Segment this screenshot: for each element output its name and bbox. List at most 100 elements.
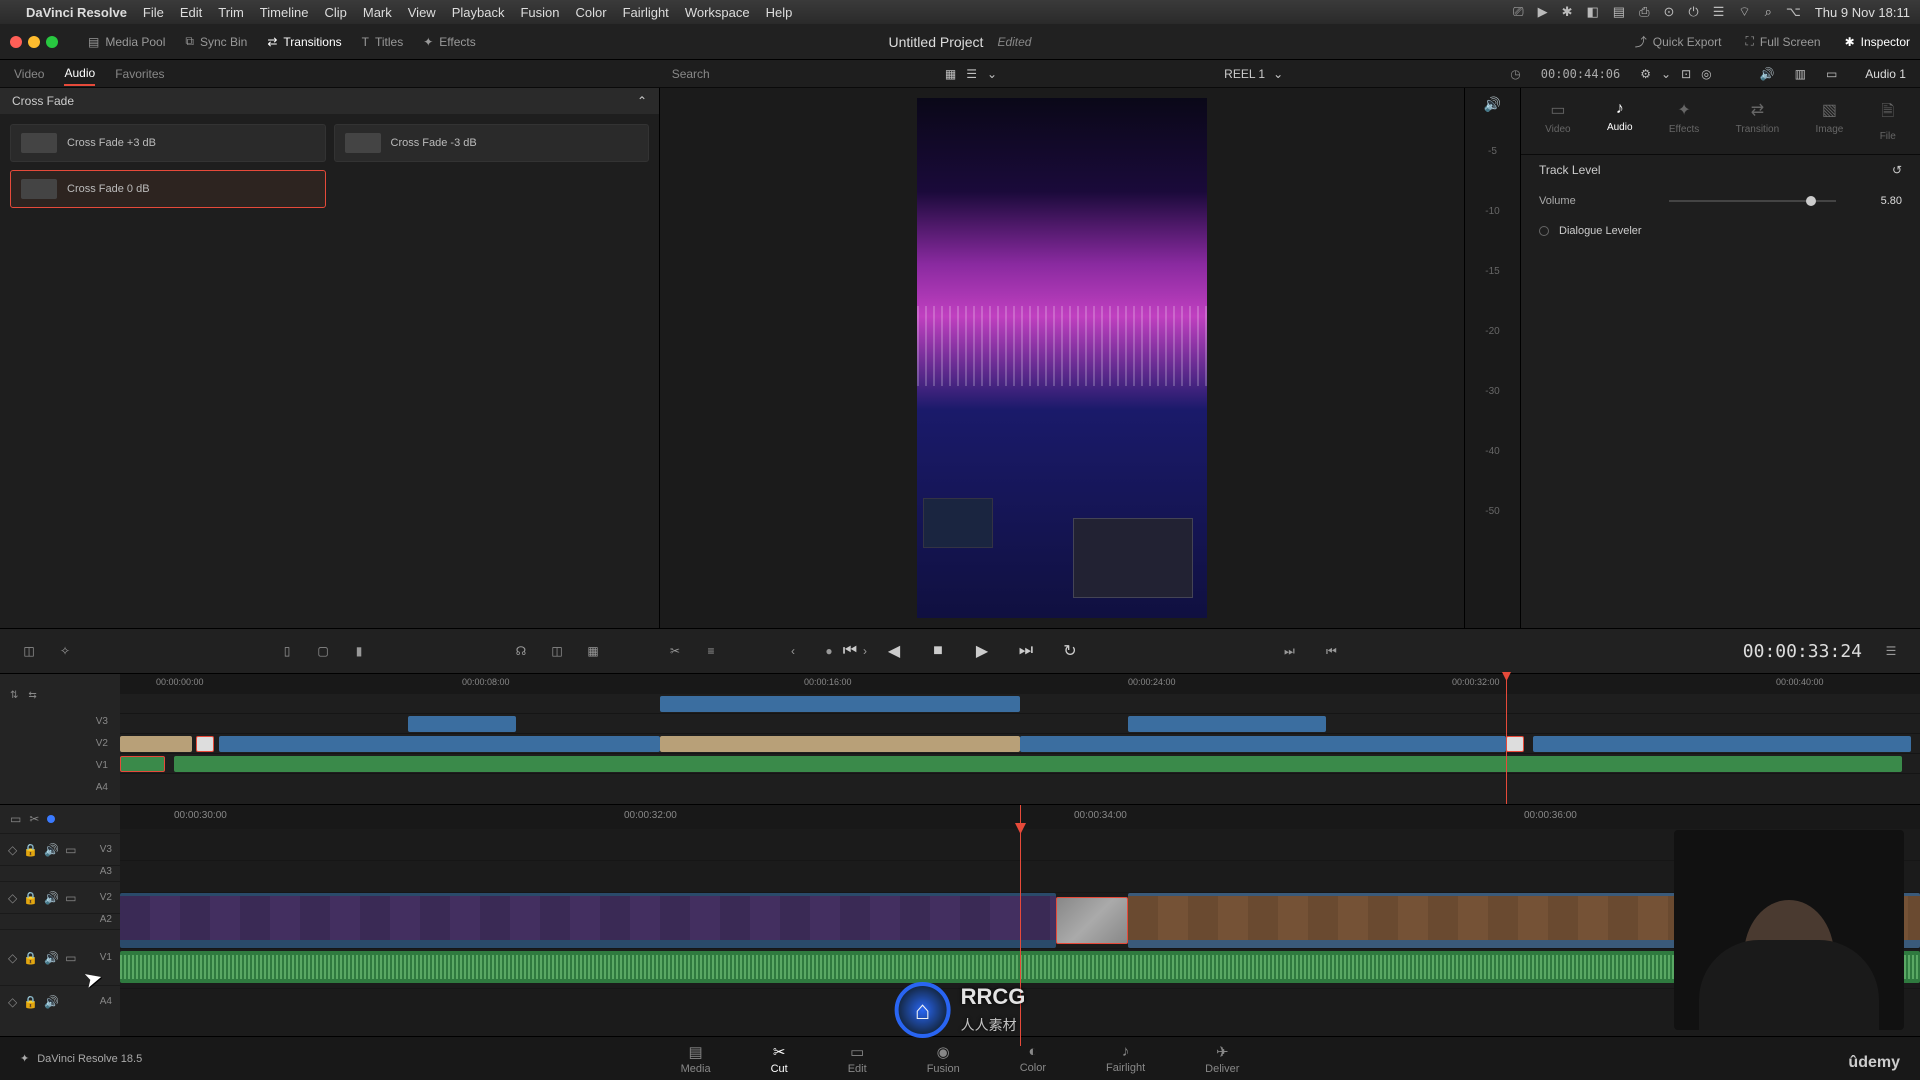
close-window-button[interactable] [10, 36, 22, 48]
search-icon[interactable]: ⌕ [1765, 4, 1772, 20]
crossfade-+3db[interactable]: Cross Fade +3 dB [10, 124, 326, 162]
fullscreen-window-button[interactable] [46, 36, 58, 48]
tool-icon[interactable]: ◎ [1701, 67, 1711, 81]
volume-value[interactable]: 5.80 [1846, 195, 1902, 207]
transitions-tab[interactable]: ⇄Transitions [267, 35, 341, 49]
inspector-button[interactable]: ✱Inspector [1845, 35, 1910, 49]
sync-bin-tab[interactable]: ⧉Sync Bin [185, 34, 247, 49]
clip[interactable] [120, 736, 192, 752]
chevron-down-icon[interactable]: ⌄ [1661, 67, 1671, 81]
status-icon[interactable]: ⎙ [1639, 4, 1649, 20]
subtab-audio[interactable]: Audio [64, 62, 95, 86]
crossfade-0db[interactable]: Cross Fade 0 dB [10, 170, 326, 208]
inspector-tab-audio[interactable]: ♪Audio [1607, 100, 1633, 142]
crossfade--3db[interactable]: Cross Fade -3 dB [334, 124, 650, 162]
menu-file[interactable]: File [143, 5, 164, 20]
page-media[interactable]: ▤Media [681, 1043, 711, 1075]
clip[interactable] [1020, 736, 1506, 752]
status-icon[interactable]: ☰ [1713, 4, 1725, 20]
clip[interactable] [1128, 716, 1326, 732]
track-header-v2[interactable]: ◇🔒🔊▭V2 [0, 881, 120, 913]
clip-selected[interactable] [196, 736, 214, 752]
page-cut[interactable]: ✂Cut [771, 1043, 788, 1075]
tool-icon[interactable]: ⊡ [1681, 67, 1691, 81]
menu-clip[interactable]: Clip [324, 5, 346, 20]
status-icon[interactable]: ▶ [1538, 4, 1548, 20]
prev-edit-button[interactable]: ⏮ [1318, 638, 1344, 664]
tool-icon[interactable]: ≡ [698, 638, 724, 664]
tool-icon[interactable]: ▮ [346, 638, 372, 664]
tool-icon[interactable]: ◫ [16, 638, 42, 664]
page-deliver[interactable]: ✈Deliver [1205, 1043, 1239, 1075]
tool-icon[interactable]: ☊ [508, 638, 534, 664]
razor-icon[interactable]: ✂ [29, 812, 39, 826]
chevron-down-icon[interactable]: ⌄ [1273, 67, 1283, 81]
track-header-a3[interactable]: A3 [0, 865, 120, 881]
search-input[interactable]: Search [672, 67, 710, 81]
prev-icon[interactable]: ‹ [780, 638, 806, 664]
audio-clip-selected[interactable] [120, 756, 165, 772]
track-label-v1[interactable]: V1 [6, 760, 114, 771]
menu-timeline[interactable]: Timeline [260, 5, 309, 20]
track-label-v2[interactable]: V2 [6, 738, 114, 749]
status-icon[interactable]: ⊙ [1663, 4, 1674, 20]
next-frame-button[interactable]: ⏭ [1013, 638, 1039, 664]
inspector-tab-image[interactable]: ▧Image [1816, 100, 1844, 142]
effects-tab[interactable]: ✦Effects [423, 35, 476, 49]
subtab-video[interactable]: Video [14, 63, 44, 85]
dropdown-icon[interactable]: ⌄ [987, 67, 997, 81]
audio-clip[interactable] [174, 756, 1902, 772]
minimize-window-button[interactable] [28, 36, 40, 48]
status-icon[interactable]: ◧ [1586, 4, 1598, 20]
status-icon[interactable]: ⏻ [1688, 4, 1698, 20]
app-name[interactable]: DaVinci Resolve [26, 5, 127, 20]
menu-mark[interactable]: Mark [363, 5, 392, 20]
tool-icon[interactable]: ⚙ [1640, 67, 1651, 81]
mini-ruler[interactable]: 00:00:00:00 00:00:08:00 00:00:16:00 00:0… [120, 674, 1920, 694]
menu-icon[interactable]: ☰ [1878, 638, 1904, 664]
view-icon[interactable]: ▦ [945, 67, 956, 81]
menu-fairlight[interactable]: Fairlight [623, 5, 669, 20]
page-fusion[interactable]: ◉Fusion [927, 1043, 960, 1075]
viewer[interactable] [660, 88, 1464, 628]
chevron-up-icon[interactable]: ⌃ [637, 94, 647, 108]
tool-icon[interactable]: ▭ [10, 812, 21, 826]
reel-name[interactable]: REEL 1 [1224, 67, 1265, 81]
inspector-tab-video[interactable]: ▭Video [1545, 100, 1570, 142]
control-center-icon[interactable]: ⌥ [1786, 4, 1801, 20]
titles-tab[interactable]: TTitles [362, 35, 404, 49]
clip[interactable] [660, 696, 1020, 712]
wifi-icon[interactable]: ⌔ [1738, 4, 1750, 20]
page-color[interactable]: ◐Color [1020, 1043, 1046, 1074]
clip[interactable] [660, 736, 1020, 752]
media-pool-tab[interactable]: ▤Media Pool [88, 35, 165, 49]
tool-icon[interactable]: ▥ [1795, 67, 1806, 81]
status-icon[interactable]: ⎚ [1513, 4, 1523, 20]
tool-icon[interactable]: ✂ [662, 638, 688, 664]
page-fairlight[interactable]: ♪Fairlight [1106, 1043, 1145, 1074]
loop-button[interactable]: ↻ [1057, 638, 1083, 664]
clip[interactable] [219, 736, 660, 752]
full-screen-button[interactable]: ⛶Full Screen [1745, 34, 1820, 49]
menu-playback[interactable]: Playback [452, 5, 505, 20]
snap-indicator[interactable] [47, 815, 55, 823]
speaker-icon[interactable]: 🔊 [1465, 96, 1520, 113]
clip[interactable] [1533, 736, 1911, 752]
clock[interactable]: Thu 9 Nov 18:11 [1815, 5, 1910, 20]
track-header-a2[interactable]: A2 [0, 913, 120, 929]
track-header-v3[interactable]: ◇🔒🔊▭V3 [0, 833, 120, 865]
menu-color[interactable]: Color [575, 5, 606, 20]
tool-icon[interactable]: ▭ [1826, 67, 1837, 81]
tool-icon[interactable]: ⇆ [28, 690, 36, 701]
volume-slider[interactable] [1669, 200, 1836, 202]
clip-selected[interactable] [1506, 736, 1524, 752]
status-icon[interactable]: ✱ [1562, 4, 1573, 20]
tool-icon[interactable]: ✧ [52, 638, 78, 664]
track-label-a4[interactable]: A4 [6, 782, 114, 793]
menu-trim[interactable]: Trim [218, 5, 244, 20]
stop-button[interactable]: ■ [925, 638, 951, 664]
transition-clip[interactable] [1056, 897, 1128, 944]
tool-icon[interactable]: ▯ [274, 638, 300, 664]
dialogue-leveler-toggle[interactable] [1539, 226, 1549, 236]
go-start-button[interactable]: ⏮ [837, 638, 863, 664]
